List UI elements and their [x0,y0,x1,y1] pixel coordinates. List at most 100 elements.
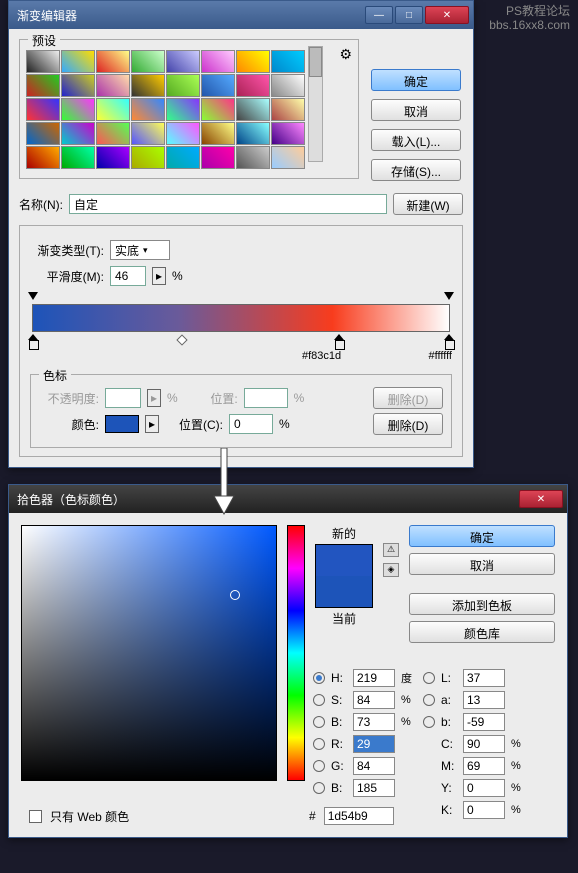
g-input[interactable] [353,757,395,775]
preset-swatch[interactable] [236,50,270,73]
preset-swatch[interactable] [201,122,235,145]
hex-input[interactable] [324,807,394,825]
radio-bb[interactable] [313,782,325,794]
preset-swatch[interactable] [61,50,95,73]
preset-swatch[interactable] [131,74,165,97]
ok-button[interactable]: 确定 [371,69,461,91]
preset-swatch[interactable] [26,50,60,73]
cancel-button[interactable]: 取消 [371,99,461,121]
new-current-swatch[interactable] [315,544,373,608]
preset-swatch[interactable] [131,122,165,145]
delete-color-button[interactable]: 删除(D) [373,413,443,435]
preset-swatch[interactable] [26,122,60,145]
smoothness-dropdown[interactable]: ▸ [152,267,166,285]
picker-cancel-button[interactable]: 取消 [409,553,555,575]
color-lib-button[interactable]: 颜色库 [409,621,555,643]
color-swatch[interactable] [105,415,139,433]
y-input[interactable] [463,779,505,797]
radio-g[interactable] [313,760,325,772]
preset-swatch[interactable] [201,74,235,97]
preset-swatch[interactable] [26,146,60,169]
preset-swatch[interactable] [96,122,130,145]
preset-swatch[interactable] [201,146,235,169]
location-input[interactable] [229,414,273,434]
preset-swatch[interactable] [96,146,130,169]
preset-swatch[interactable] [166,50,200,73]
bb-input[interactable] [353,779,395,797]
picker-ok-button[interactable]: 确定 [409,525,555,547]
bv-input[interactable] [353,713,395,731]
gear-icon[interactable]: ⚙ [339,46,352,63]
opacity-stop-right[interactable] [444,292,454,302]
preset-swatch[interactable] [271,122,305,145]
preset-swatch[interactable] [166,122,200,145]
color-stop-2[interactable] [334,334,344,348]
preset-swatch[interactable] [26,74,60,97]
radio-l[interactable] [423,672,435,684]
preset-swatch[interactable] [96,50,130,73]
preset-swatch[interactable] [61,98,95,121]
color-stop-1[interactable] [28,334,38,348]
gradient-bar[interactable] [30,294,452,350]
preset-swatch[interactable] [236,98,270,121]
web-only-checkbox[interactable] [29,810,42,823]
load-button[interactable]: 载入(L)... [371,129,461,151]
preset-swatch[interactable] [61,146,95,169]
add-swatch-button[interactable]: 添加到色板 [409,593,555,615]
sv-cursor[interactable] [230,590,240,600]
save-button[interactable]: 存储(S)... [371,159,461,181]
l-input[interactable] [463,669,505,687]
preset-swatch[interactable] [271,74,305,97]
preset-swatch[interactable] [131,146,165,169]
warning-icon[interactable]: ⚠ [383,543,399,557]
preset-swatch[interactable] [166,146,200,169]
radio-bv[interactable] [313,716,325,728]
preset-swatch[interactable] [236,122,270,145]
minimize-button[interactable]: — [365,6,393,24]
new-button[interactable]: 新建(W) [393,193,463,215]
maximize-button[interactable]: □ [395,6,423,24]
saturation-value-box[interactable] [21,525,277,781]
color-dropdown[interactable]: ▸ [145,415,159,433]
opacity-stop-left[interactable] [28,292,38,302]
preset-swatch[interactable] [131,50,165,73]
smoothness-input[interactable] [110,266,146,286]
picker-titlebar[interactable]: 拾色器（色标颜色） ✕ [9,485,567,513]
hue-slider[interactable] [287,525,305,781]
picker-close-button[interactable]: ✕ [519,490,563,508]
preset-swatch[interactable] [96,74,130,97]
close-button[interactable]: ✕ [425,6,469,24]
titlebar[interactable]: 渐变编辑器 — □ ✕ [9,1,473,29]
radio-r[interactable] [313,738,325,750]
name-input[interactable] [69,194,387,214]
preset-swatch[interactable] [131,98,165,121]
a-input[interactable] [463,691,505,709]
midpoint-1[interactable] [176,334,187,345]
radio-s[interactable] [313,694,325,706]
preset-swatch[interactable] [271,146,305,169]
preset-swatch[interactable] [271,50,305,73]
preset-swatch[interactable] [96,98,130,121]
c-input[interactable] [463,735,505,753]
preset-swatch[interactable] [236,146,270,169]
preset-swatch[interactable] [166,98,200,121]
preset-swatch[interactable] [61,122,95,145]
preset-swatch[interactable] [166,74,200,97]
cube-icon[interactable]: ◈ [383,563,399,577]
s-input[interactable] [353,691,395,709]
m-input[interactable] [463,757,505,775]
preset-swatch[interactable] [236,74,270,97]
r-input[interactable] [353,735,395,753]
preset-swatch[interactable] [61,74,95,97]
k-input[interactable] [463,801,505,819]
b-input[interactable] [463,713,505,731]
type-select[interactable]: 实底 [110,240,170,260]
preset-swatch[interactable] [26,98,60,121]
preset-swatch[interactable] [201,50,235,73]
presets-scrollbar[interactable] [308,46,323,162]
radio-h[interactable] [313,672,325,684]
preset-swatch[interactable] [201,98,235,121]
radio-b[interactable] [423,716,435,728]
preset-swatch[interactable] [271,98,305,121]
color-stop-3[interactable] [444,334,454,348]
